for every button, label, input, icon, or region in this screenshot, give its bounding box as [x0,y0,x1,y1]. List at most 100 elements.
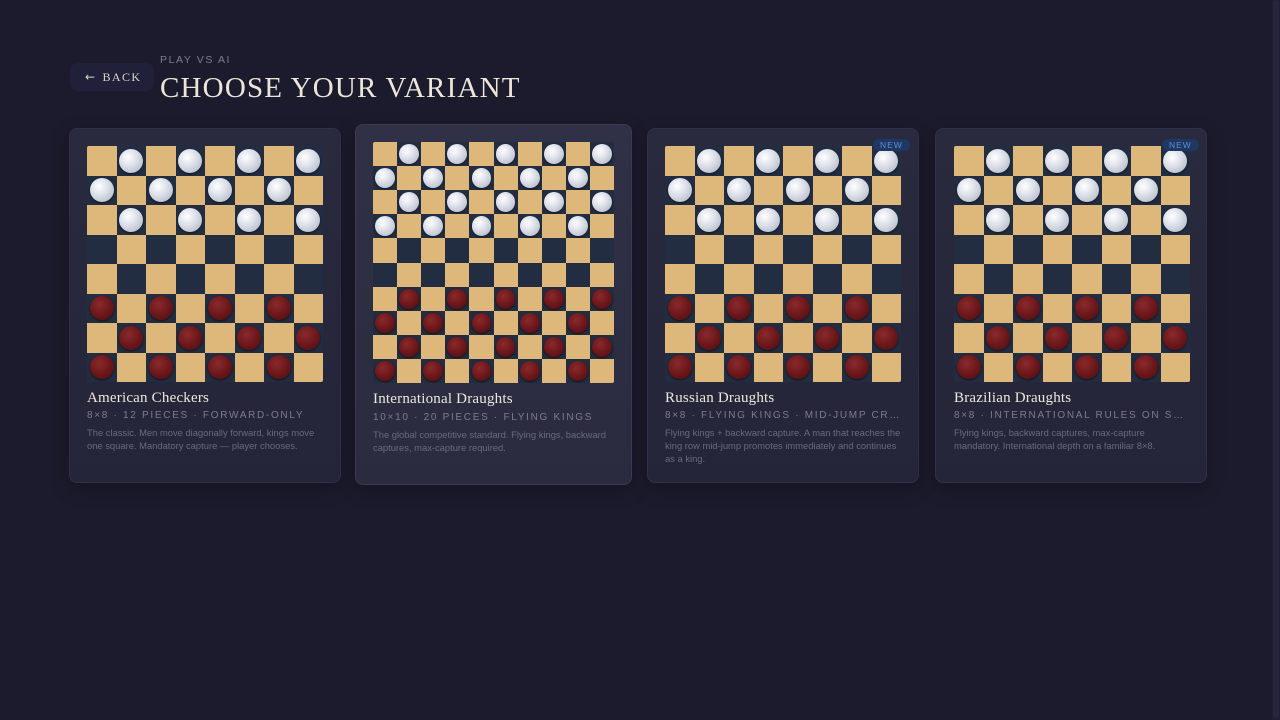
light-square [421,286,446,311]
light-square [445,262,470,287]
variant-card-american-checkers[interactable]: American Checkers 8×8 · 12 PIECES · FORW… [69,128,341,483]
dark-square [517,262,542,287]
light-square [445,214,470,239]
light-square [469,142,494,167]
white-piece [956,178,981,203]
light-square [783,264,813,294]
dark-square [146,352,176,382]
light-square [87,205,117,235]
scrollbar-thumb[interactable] [1273,0,1279,718]
dark-square [783,352,813,382]
dark-square [665,352,695,382]
back-button[interactable]: ← BACK [70,63,155,91]
dark-square [517,358,542,383]
arrow-left-icon: ← [85,70,97,84]
dark-square [983,323,1013,353]
variant-card-russian-draughts[interactable]: NEW Russian Draughts 8×8 · FLYING KINGS … [647,128,919,483]
white-piece [697,207,722,232]
variant-card-brazilian-draughts[interactable]: NEW Brazilian Draughts 8×8 · INTERNATION… [935,128,1207,483]
red-piece [697,325,722,350]
white-piece [1163,148,1188,173]
variant-title: Russian Draughts [665,390,775,406]
dark-square [983,146,1013,176]
red-piece [844,355,869,380]
light-square [1101,234,1131,264]
red-piece [266,355,291,380]
red-piece [178,325,203,350]
dark-square [469,262,494,287]
light-square [812,293,842,323]
dark-square [493,334,518,359]
white-piece [519,168,540,188]
light-square [983,352,1013,382]
light-square [783,323,813,353]
red-piece [726,296,751,321]
red-piece [567,312,588,333]
dark-square [1072,352,1102,382]
dark-square [1013,175,1043,205]
light-square [565,238,590,263]
light-square [146,323,176,353]
dark-square [205,293,235,323]
dark-square [234,205,264,235]
scrollbar-track[interactable] [1272,0,1280,720]
white-piece [375,216,395,237]
variant-title: Brazilian Draughts [954,390,1072,406]
red-piece [119,325,144,350]
variant-meta: 8×8 · 12 PIECES · FORWARD-ONLY [87,410,305,421]
dark-square [421,358,446,383]
light-square [373,142,398,167]
dark-square [724,293,754,323]
variant-meta: 8×8 · INTERNATIONAL RULES ON SM… [954,410,1186,421]
light-square [724,205,754,235]
white-piece [543,144,564,164]
light-square [146,264,176,294]
white-piece [89,178,114,203]
dark-square [293,205,323,235]
light-square [724,146,754,176]
dark-square [694,146,724,176]
new-badge: NEW [1162,139,1199,151]
variant-meta: 8×8 · FLYING KINGS · MID-JUMP CRO… [665,410,905,421]
dark-square [812,205,842,235]
light-square [541,310,566,335]
light-square [264,146,294,176]
light-square [753,175,783,205]
dark-square [871,205,901,235]
light-square [469,238,494,263]
light-square [469,190,494,215]
dark-square [1131,293,1161,323]
light-square [493,310,518,335]
variant-description: Flying kings + backward capture. A man t… [665,427,901,464]
white-piece [592,144,612,164]
light-square [205,264,235,294]
variant-card-international-draughts[interactable]: International Draughts 10×10 · 20 PIECES… [355,124,632,485]
light-square [1101,175,1131,205]
light-square [812,352,842,382]
red-piece [1133,296,1158,321]
light-square [87,323,117,353]
dark-square [175,205,205,235]
red-piece [495,336,516,357]
dark-square [694,264,724,294]
variant-title: International Draughts [373,391,513,407]
white-piece [874,207,899,232]
dark-square [397,286,422,311]
red-piece [447,336,468,357]
light-square [493,358,518,383]
dark-square [116,264,146,294]
dark-square [421,262,446,287]
light-square [589,262,614,287]
dark-square [783,175,813,205]
red-piece [785,355,810,380]
variant-description: The classic. Men move diagonally forward… [87,427,315,451]
dark-square [146,175,176,205]
light-square [871,234,901,264]
light-square [753,352,783,382]
white-piece [1015,178,1040,203]
dark-square [116,205,146,235]
white-piece [447,144,468,164]
red-piece [874,325,899,350]
white-piece [148,178,173,203]
dark-square [421,214,446,239]
